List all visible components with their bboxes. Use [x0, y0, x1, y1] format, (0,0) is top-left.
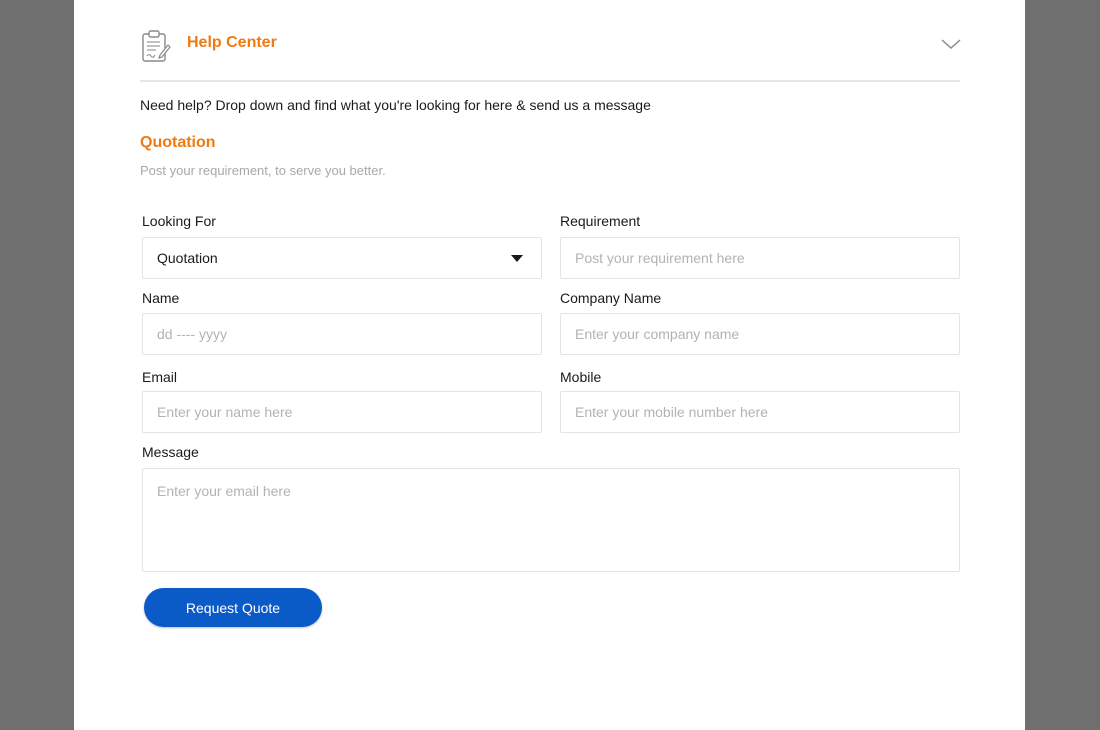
help-center-title: Help Center [187, 34, 277, 51]
name-input[interactable] [142, 313, 542, 355]
request-quote-button[interactable]: Request Quote [144, 588, 322, 627]
requirement-input[interactable] [560, 237, 960, 279]
requirement-label: Requirement [560, 213, 641, 229]
looking-for-select[interactable]: Quotation [142, 237, 542, 279]
email-input[interactable] [142, 391, 542, 433]
help-intro-text: Need help? Drop down and find what you'r… [140, 97, 651, 113]
company-name-input[interactable] [560, 313, 960, 355]
company-name-label: Company Name [560, 290, 662, 306]
section-title: Quotation [140, 134, 216, 151]
email-label: Email [142, 369, 178, 385]
mobile-label: Mobile [560, 369, 602, 385]
backdrop-edge [1025, 0, 1100, 730]
looking-for-value: Quotation [157, 250, 218, 266]
looking-for-label: Looking For [142, 213, 216, 229]
mobile-input[interactable] [560, 391, 960, 433]
section-subtitle: Post your requirement, to serve you bett… [140, 163, 386, 178]
message-textarea[interactable] [142, 468, 960, 572]
caret-down-icon [511, 255, 523, 262]
help-center-header[interactable]: Help Center [140, 0, 962, 82]
clipboard-icon [140, 29, 172, 63]
name-label: Name [142, 290, 180, 306]
help-center-panel: Help Center Need help? Drop down and fin… [74, 0, 1025, 730]
message-label: Message [142, 444, 199, 460]
chevron-down-icon[interactable] [940, 36, 962, 52]
